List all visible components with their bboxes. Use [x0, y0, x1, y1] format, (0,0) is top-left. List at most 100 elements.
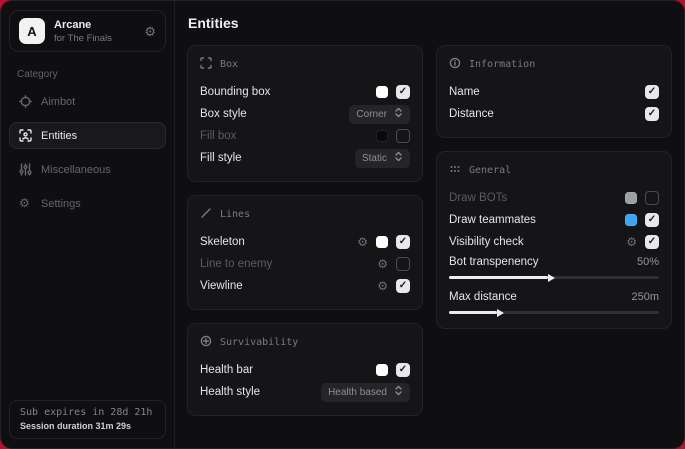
- dropdown-value: Static: [362, 153, 387, 164]
- setting-row-line-to-enemy: Line to enemy ⚙: [200, 253, 410, 275]
- information-card: Information Name ✓ Distance ✓: [436, 45, 672, 138]
- health-style-dropdown[interactable]: Health based: [321, 383, 410, 402]
- checkbox[interactable]: ✓: [396, 363, 410, 377]
- brand-card: A Arcane for The Finals ⚙: [9, 10, 166, 52]
- info-icon: [449, 57, 461, 72]
- sidebar-item-miscellaneous[interactable]: Miscellaneous: [9, 156, 166, 183]
- survivability-card-header: Survivability: [200, 335, 410, 350]
- checkbox[interactable]: ✓: [645, 235, 659, 249]
- section-title: Information: [469, 59, 535, 70]
- slider-thumb[interactable]: [548, 274, 555, 282]
- checkbox[interactable]: [645, 191, 659, 205]
- section-title: Box: [220, 59, 238, 70]
- checkbox[interactable]: ✓: [396, 279, 410, 293]
- setting-label: Fill style: [200, 152, 242, 164]
- setting-row-bounding-box: Bounding box ✓: [200, 81, 410, 103]
- checkbox[interactable]: ✓: [645, 107, 659, 121]
- subscription-info: Sub expires in 28d 21h Session duration …: [9, 400, 166, 439]
- brand-text: Arcane for The Finals: [54, 19, 112, 44]
- information-card-header: Information: [449, 57, 659, 72]
- check-icon: ✓: [648, 87, 656, 97]
- slider-label: Bot transpenency: [449, 256, 539, 268]
- color-swatch[interactable]: [376, 130, 388, 142]
- setting-row-viewline: Viewline ⚙ ✓: [200, 275, 410, 297]
- slider-label: Max distance: [449, 291, 517, 303]
- session-duration-text: Session duration 31m 29s: [20, 421, 155, 431]
- color-swatch[interactable]: [625, 192, 637, 204]
- setting-label: Draw BOTs: [449, 192, 507, 204]
- checkbox[interactable]: [396, 129, 410, 143]
- checkbox[interactable]: [396, 257, 410, 271]
- setting-label: Viewline: [200, 280, 243, 292]
- check-icon: ✓: [399, 365, 407, 375]
- chevron-up-down-icon: [394, 385, 403, 399]
- gear-icon[interactable]: ⚙: [377, 280, 388, 292]
- check-icon: ✓: [399, 237, 407, 247]
- diagonal-line-icon: [200, 207, 212, 222]
- checkbox[interactable]: ✓: [396, 85, 410, 99]
- gear-icon[interactable]: ⚙: [357, 236, 368, 248]
- setting-label: Visibility check: [449, 236, 524, 248]
- box-style-dropdown[interactable]: Corner: [349, 105, 410, 124]
- check-icon: ✓: [648, 109, 656, 119]
- check-icon: ✓: [648, 237, 656, 247]
- crosshair-icon: [19, 95, 32, 108]
- gear-icon[interactable]: ⚙: [377, 258, 388, 270]
- setting-row-name: Name ✓: [449, 81, 659, 103]
- color-swatch[interactable]: [376, 86, 388, 98]
- dropdown-value: Health based: [328, 387, 387, 398]
- slider-value: 250m: [631, 291, 659, 303]
- slider-bot-transparency: Bot transpenency 50%: [449, 256, 659, 279]
- page-title: Entities: [188, 15, 672, 31]
- setting-label: Name: [449, 86, 480, 98]
- main-panel: Entities Box Bounding box: [175, 1, 685, 448]
- sidebar-item-label: Entities: [41, 130, 77, 142]
- chevron-up-down-icon: [394, 151, 403, 165]
- check-icon: ✓: [399, 87, 407, 97]
- setting-label: Distance: [449, 108, 494, 120]
- sidebar-item-aimbot[interactable]: Aimbot: [9, 88, 166, 115]
- setting-label: Line to enemy: [200, 258, 272, 270]
- slider-value: 50%: [637, 256, 659, 268]
- gear-icon[interactable]: ⚙: [144, 25, 156, 38]
- survivability-card: Survivability Health bar ✓ Health style …: [187, 323, 423, 416]
- sidebar: A Arcane for The Finals ⚙ Category Aimbo…: [1, 1, 175, 448]
- slider-track[interactable]: [449, 276, 659, 279]
- box-card: Box Bounding box ✓ Box style Corner: [187, 45, 423, 182]
- sliders-icon: [19, 163, 32, 176]
- check-icon: ✓: [399, 281, 407, 291]
- grid-icon: [449, 163, 461, 178]
- setting-row-visibility-check: Visibility check ⚙ ✓: [449, 231, 659, 253]
- setting-label: Skeleton: [200, 236, 245, 248]
- lifebuoy-icon: [200, 335, 212, 350]
- chevron-up-down-icon: [394, 107, 403, 121]
- gear-icon[interactable]: ⚙: [626, 236, 637, 248]
- slider-thumb[interactable]: [497, 309, 504, 317]
- setting-label: Health style: [200, 386, 260, 398]
- slider-track[interactable]: [449, 311, 659, 314]
- setting-row-draw-bots: Draw BOTs: [449, 187, 659, 209]
- checkbox[interactable]: ✓: [645, 85, 659, 99]
- section-title: Survivability: [220, 337, 298, 348]
- app-subtitle: for The Finals: [54, 33, 112, 44]
- color-swatch[interactable]: [625, 214, 637, 226]
- setting-row-health-bar: Health bar ✓: [200, 359, 410, 381]
- color-swatch[interactable]: [376, 364, 388, 376]
- sidebar-item-entities[interactable]: Entities: [9, 122, 166, 149]
- app-logo: A: [19, 18, 45, 44]
- dropdown-value: Corner: [356, 109, 387, 120]
- sidebar-item-settings[interactable]: ⚙ Settings: [9, 190, 166, 217]
- setting-label: Fill box: [200, 130, 236, 142]
- scan-icon: [19, 129, 32, 142]
- slider-max-distance: Max distance 250m: [449, 291, 659, 314]
- box-card-header: Box: [200, 57, 410, 72]
- setting-row-fill-box: Fill box: [200, 125, 410, 147]
- fill-style-dropdown[interactable]: Static: [355, 149, 410, 168]
- color-swatch[interactable]: [376, 236, 388, 248]
- setting-row-draw-teammates: Draw teammates ✓: [449, 209, 659, 231]
- checkbox[interactable]: ✓: [645, 213, 659, 227]
- checkbox[interactable]: ✓: [396, 235, 410, 249]
- setting-label: Draw teammates: [449, 214, 536, 226]
- lines-card: Lines Skeleton ⚙ ✓ Line to enemy ⚙: [187, 195, 423, 310]
- setting-row-distance: Distance ✓: [449, 103, 659, 125]
